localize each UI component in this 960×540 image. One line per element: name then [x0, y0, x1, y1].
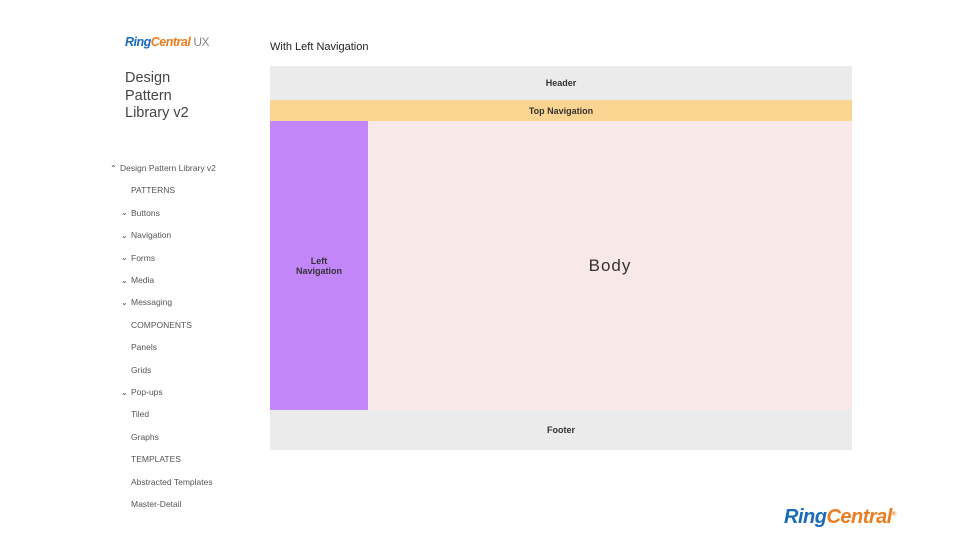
- title-line: Library v2: [125, 105, 189, 121]
- sidebar-item[interactable]: ⌄ Messaging: [121, 297, 172, 307]
- chevron-down-icon[interactable]: ⌄: [121, 231, 131, 240]
- chevron-down-icon[interactable]: ⌄: [121, 298, 131, 307]
- sidebar-item-label: Tiled: [131, 409, 150, 420]
- sidebar-item[interactable]: Panels: [131, 342, 157, 352]
- registered-mark: ®: [891, 511, 896, 518]
- ringcentral-ux-logo: RingCentral UX: [125, 35, 210, 49]
- sidebar-item[interactable]: ⌄ Media: [121, 275, 154, 285]
- sidebar-item[interactable]: Grids: [131, 365, 151, 375]
- body-region: Body: [368, 121, 852, 412]
- chevron-down-icon[interactable]: ⌄: [121, 276, 131, 285]
- sidebar-item-label: Navigation: [131, 230, 172, 241]
- sidebar-item-label: Master-Detail: [131, 499, 182, 509]
- chevron-down-icon[interactable]: ⌄: [121, 388, 131, 397]
- top-navigation-region: Top Navigation: [270, 100, 852, 121]
- chevron-down-icon[interactable]: ⌄: [121, 253, 131, 262]
- sidebar-item-label: TEMPLATES: [131, 454, 181, 465]
- sidebar-item-label: Forms: [131, 252, 156, 263]
- chevron-down-icon[interactable]: ⌄: [121, 208, 131, 217]
- sidebar-item[interactable]: Tiled: [131, 409, 149, 419]
- sidebar-item-label: Grids: [131, 364, 152, 375]
- sidebar-item[interactable]: ⌃ Design Pattern Library v2: [110, 163, 216, 173]
- ringcentral-logo: RingCentral®: [784, 506, 896, 529]
- sidebar-item-label: Messaging: [131, 297, 173, 308]
- title-line: Pattern: [125, 87, 172, 104]
- sidebar-item[interactable]: Abstracted Templates: [131, 477, 213, 487]
- logo-central: Central: [826, 506, 892, 528]
- logo-ring: Ring: [125, 35, 151, 49]
- library-title: Design Pattern Library v2: [125, 70, 189, 123]
- sidebar-item[interactable]: Master-Detail: [131, 499, 182, 509]
- sidebar-item-label: Abstracted Templates: [131, 476, 213, 487]
- sidebar-item[interactable]: ⌄ Forms: [121, 253, 155, 263]
- sidebar-item-label: PATTERNS: [131, 185, 176, 196]
- title-line: Design: [125, 70, 171, 86]
- logo-central: Central: [150, 35, 191, 49]
- sidebar-item[interactable]: ⌄ Navigation: [121, 230, 171, 240]
- sidebar-item-label: Design Pattern Library v2: [120, 163, 216, 173]
- chevron-up-icon[interactable]: ⌃: [110, 164, 120, 173]
- left-nav-label: Left: [310, 255, 328, 266]
- sidebar-item[interactable]: ⌄ Pop-ups: [121, 387, 163, 397]
- left-nav-label: Navigation: [295, 265, 342, 276]
- left-navigation-region: Left Navigation: [270, 121, 368, 410]
- sidebar-item-label: Buttons: [131, 207, 160, 218]
- sidebar-item[interactable]: ⌄ Buttons: [121, 208, 160, 218]
- sidebar-item[interactable]: PATTERNS: [131, 185, 175, 195]
- sidebar-item-label: COMPONENTS: [131, 319, 192, 330]
- page-title: With Left Navigation: [270, 41, 369, 53]
- sidebar-item[interactable]: TEMPLATES: [131, 454, 181, 464]
- sidebar-item[interactable]: COMPONENTS: [131, 320, 192, 330]
- sidebar-item-label: Media: [131, 275, 155, 285]
- sidebar-item-label: Panels: [131, 342, 157, 353]
- header-region: Header: [270, 66, 852, 100]
- logo-suffix: UX: [193, 35, 210, 49]
- logo-ring: Ring: [784, 506, 827, 528]
- sidebar-item-label: Graphs: [131, 431, 159, 442]
- footer-region: Footer: [270, 410, 852, 450]
- sidebar-item-label: Pop-ups: [131, 387, 163, 397]
- sidebar-item[interactable]: Graphs: [131, 432, 159, 442]
